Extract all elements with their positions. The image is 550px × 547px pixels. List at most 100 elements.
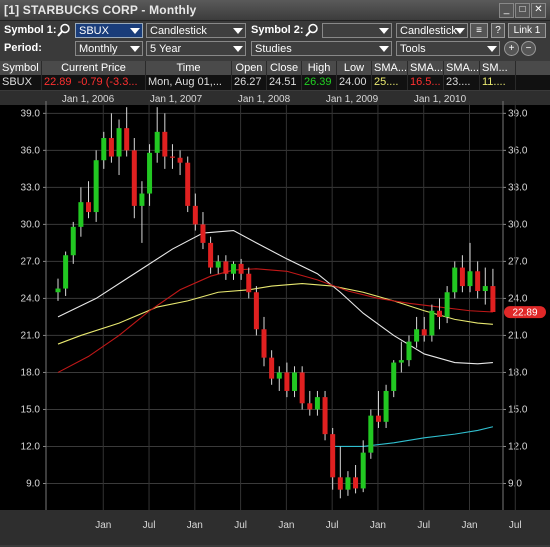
candle-body <box>162 131 168 157</box>
header-time: Time <box>146 61 232 75</box>
header-current-price: Current Price <box>42 61 146 75</box>
help-button[interactable]: ? <box>491 23 505 38</box>
candle-body <box>482 286 488 292</box>
header-low: Low <box>337 61 372 75</box>
studies-select[interactable]: Studies <box>251 41 392 56</box>
quote-close: 24.51 <box>267 75 302 90</box>
last-price-label: 22.89 <box>512 308 537 319</box>
quote-current-price: 22.89 -0.79 (-3.3... <box>42 75 146 90</box>
quote-header: Symbol Current Price Time Open Close Hig… <box>0 61 550 75</box>
candle-body <box>322 397 328 435</box>
close-icon: ✕ <box>534 4 543 15</box>
candle-body <box>353 477 359 489</box>
candle-body <box>131 150 137 206</box>
menu-button[interactable]: ≡ <box>470 23 488 38</box>
minimize-button[interactable]: _ <box>499 3 514 18</box>
y-tick-left: 33.0 <box>21 182 41 193</box>
tools-select[interactable]: Tools <box>396 41 500 56</box>
quote-open: 26.27 <box>232 75 267 90</box>
candle-body <box>368 415 374 453</box>
x-month-label: Jul <box>417 520 430 531</box>
search-icon[interactable] <box>57 23 71 37</box>
candle-body <box>253 292 259 330</box>
chart-window: [1] STARBUCKS CORP - Monthly _ □ ✕ Symbo… <box>0 0 550 547</box>
candle-body <box>299 372 305 404</box>
price-chart[interactable]: 9.09.012.012.015.015.018.018.021.021.024… <box>0 91 550 545</box>
period-select[interactable]: Monthly <box>75 41 143 56</box>
candle-body <box>269 357 275 379</box>
candle-body <box>406 341 412 361</box>
maximize-icon: □ <box>519 4 526 15</box>
zoom-in-button[interactable]: + <box>504 41 519 56</box>
header-sma4: SM... <box>480 61 516 75</box>
x-month-label: Jan <box>95 520 111 531</box>
y-tick-left: 39.0 <box>21 108 41 119</box>
close-button[interactable]: ✕ <box>531 3 546 18</box>
search-icon[interactable] <box>305 23 319 37</box>
candle-body <box>215 261 221 268</box>
chart-type2-select[interactable]: Candlestick <box>396 23 468 38</box>
candle-body <box>177 157 183 163</box>
range-select[interactable]: 5 Year <box>146 41 246 56</box>
chevron-down-icon <box>379 46 389 52</box>
candle-body <box>70 226 76 256</box>
y-tick-right: 21.0 <box>508 330 528 341</box>
symbol1-label: Symbol 1: <box>4 24 57 36</box>
y-tick-right: 15.0 <box>508 404 528 415</box>
y-tick-left: 9.0 <box>26 478 40 489</box>
range-value: 5 Year <box>150 43 182 55</box>
y-tick-right: 12.0 <box>508 441 528 452</box>
x-month-label: Jul <box>326 520 339 531</box>
y-tick-right: 27.0 <box>508 256 528 267</box>
quote-row[interactable]: SBUX 22.89 -0.79 (-3.3... Mon, Aug 01,..… <box>0 75 550 90</box>
x-year-label: Jan 1, 2009 <box>326 94 379 105</box>
candle-body <box>246 273 252 293</box>
quote-change-value: -0.79 (-3.3... <box>77 76 138 88</box>
candle-body <box>391 362 397 391</box>
symbol1-input[interactable]: SBUX <box>75 23 143 38</box>
window-title: [1] STARBUCKS CORP - Monthly <box>4 3 197 17</box>
symbol-toolbar: Symbol 1: SBUX Candlestick Symbol 2: Can… <box>0 22 550 40</box>
link-label: Link 1 <box>513 25 541 36</box>
y-tick-right: 39.0 <box>508 108 528 119</box>
chevron-down-icon <box>455 28 465 34</box>
y-tick-right: 30.0 <box>508 219 528 230</box>
candle-body <box>261 329 267 358</box>
header-open: Open <box>232 61 267 75</box>
chevron-down-icon <box>233 46 243 52</box>
chevron-down-icon <box>130 46 140 52</box>
y-tick-right: 18.0 <box>508 367 528 378</box>
y-tick-left: 30.0 <box>21 219 41 230</box>
x-month-label: Jul <box>234 520 247 531</box>
maximize-button[interactable]: □ <box>515 3 530 18</box>
zoom-out-icon: − <box>525 43 532 54</box>
candle-body <box>154 131 160 153</box>
candle-body <box>86 202 92 213</box>
candle-body <box>375 415 381 422</box>
candle-body <box>63 255 69 289</box>
candle-body <box>307 403 313 410</box>
x-month-label: Jan <box>278 520 294 531</box>
title-bar[interactable]: [1] STARBUCKS CORP - Monthly _ □ ✕ <box>0 0 550 21</box>
symbol1-value: SBUX <box>79 25 109 37</box>
quote-high: 26.39 <box>302 75 337 90</box>
candle-body <box>345 477 351 490</box>
period-label: Period: <box>4 42 42 54</box>
symbol2-input[interactable] <box>322 23 392 38</box>
candle-body <box>337 477 343 490</box>
studies-value: Studies <box>255 43 292 55</box>
quote-sma2: 16.5... <box>408 75 444 90</box>
link-button[interactable]: Link 1 <box>508 23 546 38</box>
candle-body <box>208 242 214 268</box>
chart-type1-select[interactable]: Candlestick <box>146 23 246 38</box>
header-sma1: SMA... <box>374 61 408 75</box>
x-year-label: Jan 1, 2006 <box>62 94 115 105</box>
chevron-down-icon <box>130 28 140 34</box>
chevron-down-icon <box>233 28 243 34</box>
y-tick-left: 27.0 <box>21 256 41 267</box>
x-month-label: Jul <box>143 520 156 531</box>
candle-body <box>459 267 465 287</box>
zoom-out-button[interactable]: − <box>521 41 536 56</box>
help-label: ? <box>495 25 501 36</box>
candle-body <box>398 360 404 363</box>
